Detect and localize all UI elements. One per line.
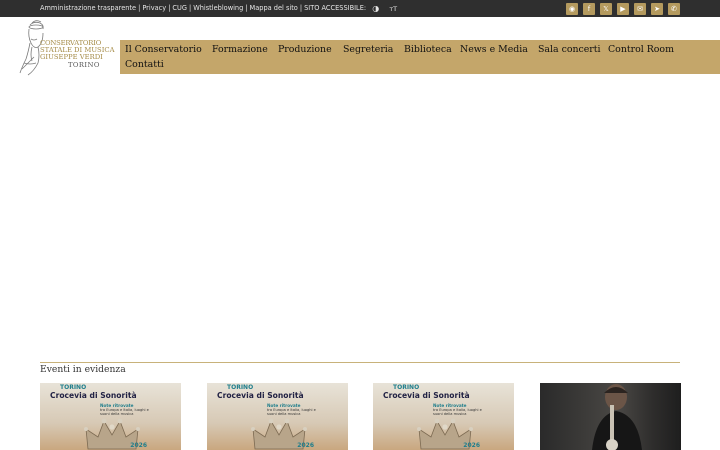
- nav-il-conservatorio[interactable]: Il Conservatorio: [125, 44, 202, 55]
- telegram-icon[interactable]: ➤: [651, 3, 663, 15]
- separator: |: [168, 4, 171, 12]
- separator: |: [138, 4, 141, 12]
- logo-line-torino: TORINO: [68, 61, 100, 69]
- poster-title: Crocevia di Sonorità: [217, 391, 304, 400]
- top-utility-bar: Amministrazione trasparente | Privacy | CUG |…: [0, 0, 720, 17]
- poster-year: 2026: [463, 442, 480, 449]
- utility-links: Amministrazione trasparente | Privacy | CUG |…: [40, 4, 397, 13]
- logo-line-verdi: GIUSEPPE VERDI: [40, 53, 103, 61]
- nav-produzione[interactable]: Produzione: [278, 44, 332, 55]
- mail-icon[interactable]: ✉: [634, 3, 646, 15]
- poster-title: Crocevia di Sonorità: [383, 391, 470, 400]
- trumpet-player-photo-icon: [592, 384, 642, 450]
- separator: |: [245, 4, 248, 12]
- featured-events-title: Eventi in evidenza: [40, 364, 130, 375]
- link-whistleblowing[interactable]: Whistleblowing: [193, 4, 243, 12]
- event-card[interactable]: TORINO Crocevia di Sonorità Note ritrova…: [207, 383, 348, 450]
- text-size-icon[interactable]: ᴛT: [389, 5, 397, 13]
- accessible-site-label: SITO ACCESSIBILE:: [304, 4, 367, 12]
- featured-events-header: Eventi in evidenza: [40, 357, 680, 376]
- rss-icon[interactable]: ◉: [566, 3, 578, 15]
- nav-formazione[interactable]: Formazione: [212, 44, 268, 55]
- event-card[interactable]: TORINO Crocevia di Sonorità Note ritrova…: [373, 383, 514, 450]
- nav-contatti[interactable]: Contatti: [125, 59, 164, 70]
- x-icon[interactable]: 𝕏: [600, 3, 612, 15]
- nav-control-room[interactable]: Control Room: [608, 44, 674, 55]
- youtube-icon[interactable]: ▶: [617, 3, 629, 15]
- separator: |: [188, 4, 192, 12]
- event-card-photo[interactable]: [540, 383, 681, 450]
- whatsapp-icon[interactable]: ✆: [668, 3, 680, 15]
- link-mappa-del-sito[interactable]: Mappa del sito: [250, 4, 298, 12]
- separator: |: [299, 4, 303, 12]
- site-logo[interactable]: CONSERVATORIO STATALE DI MUSICA GIUSEPPE…: [16, 19, 120, 77]
- nav-biblioteca[interactable]: Biblioteca: [404, 44, 452, 55]
- nav-news-e-media[interactable]: News e Media: [460, 44, 528, 55]
- main-navigation: Il Conservatorio Formazione Produzione S…: [120, 40, 720, 74]
- section-divider: [40, 362, 680, 363]
- poster-title: Crocevia di Sonorità: [50, 391, 137, 400]
- contrast-icon[interactable]: ◑: [372, 5, 379, 13]
- nav-sala-concerti[interactable]: Sala concerti: [538, 44, 601, 55]
- social-links: ◉ f 𝕏 ▶ ✉ ➤ ✆: [566, 3, 680, 15]
- link-amministrazione-trasparente[interactable]: Amministrazione trasparente: [40, 4, 136, 12]
- nav-segreteria[interactable]: Segreteria: [343, 44, 393, 55]
- poster-year: 2026: [297, 442, 314, 449]
- link-cug[interactable]: CUG: [172, 4, 187, 12]
- facebook-icon[interactable]: f: [583, 3, 595, 15]
- poster-year: 2026: [130, 442, 147, 449]
- link-privacy[interactable]: Privacy: [142, 4, 166, 12]
- event-card[interactable]: TORINO Crocevia di Sonorità Note ritrova…: [40, 383, 181, 450]
